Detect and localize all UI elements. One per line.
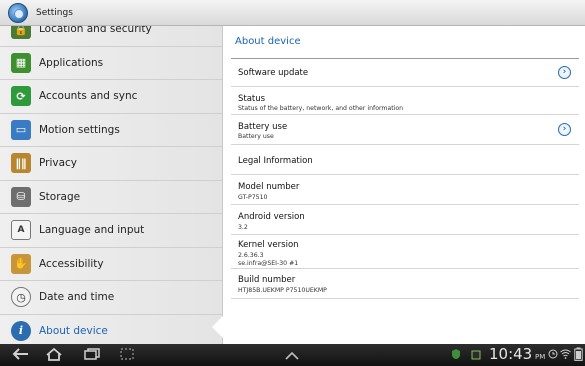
row-title: Battery use (238, 122, 288, 132)
detail-row-android-version[interactable]: Android version 3.2 (231, 205, 579, 235)
sidebar-item-privacy[interactable]: ∥∥ Privacy (0, 147, 222, 181)
sidebar-item-language-and-input[interactable]: A Language and input (0, 214, 222, 248)
sidebar-item-label: Accounts and sync (39, 90, 138, 103)
sidebar-item-label: Storage (39, 190, 81, 203)
about-device-panel: About device Software update › Status Statu… (222, 26, 585, 344)
selection-pointer (212, 316, 223, 338)
detail-row-kernel-version[interactable]: Kernel version 2.6.36.3 se.infra@SEI-30 #… (231, 235, 579, 269)
sync-icon: ⟳ (11, 86, 31, 107)
row-title: Legal Information (238, 156, 313, 166)
sidebar-item-location-and-security[interactable]: 🔒 Location and security (0, 26, 222, 47)
row-title: Kernel version (238, 240, 299, 250)
row-subtitle: Status of the battery, network, and othe… (238, 105, 404, 112)
row-subtitle: HTJ85B.UEKMP P7510UEKMP (238, 287, 327, 294)
sidebar-item-applications[interactable]: ▦ Applications (0, 47, 222, 80)
title-bar: Settings (0, 0, 585, 26)
sidebar-item-accounts-and-sync[interactable]: ⟳ Accounts and sync (0, 80, 222, 114)
detail-row-battery-use[interactable]: Battery use Battery use › (231, 115, 579, 145)
sidebar-item-label: Language and input (39, 224, 145, 237)
clock-ampm: PM (535, 353, 546, 361)
sidebar-item-label: Accessibility (39, 257, 104, 270)
sidebar-item-label: About device (39, 324, 108, 337)
sidebar-item-label: Date and time (39, 291, 115, 304)
notification-icon (471, 349, 481, 363)
keyboard-icon: A (11, 220, 31, 241)
window-title: Settings (36, 7, 73, 18)
detail-row-software-update[interactable]: Software update › (231, 59, 579, 87)
chevron-right-icon[interactable]: › (558, 66, 571, 79)
motion-icon: ▭ (11, 119, 31, 140)
sidebar-item-date-and-time[interactable]: ◷ Date and time (0, 281, 222, 315)
recent-apps-icon[interactable] (84, 348, 100, 363)
applications-icon: ▦ (11, 52, 31, 73)
settings-sidebar: 🔒 Location and security ▦ Applications ⟳ Acco… (0, 26, 222, 344)
sidebar-item-storage[interactable]: ⛁ Storage (0, 181, 222, 214)
wifi-icon (560, 348, 571, 362)
chevron-right-icon[interactable]: › (558, 123, 571, 136)
hand-icon: ✋ (11, 253, 31, 274)
panel-title: About device (235, 36, 301, 47)
settings-gear-icon (8, 2, 28, 23)
screenshot-icon[interactable] (120, 348, 134, 363)
row-subtitle: 3.2 (238, 224, 248, 231)
row-title: Software update (238, 68, 309, 78)
chevron-up-icon[interactable] (285, 349, 299, 363)
sidebar-item-accessibility[interactable]: ✋ Accessibility (0, 248, 222, 281)
row-subtitle: 2.6.36.3 se.infra@SEI-30 #1 (238, 252, 299, 267)
detail-row-build-number[interactable]: Build number HTJ85B.UEKMP P7510UEKMP (231, 269, 579, 299)
alarm-icon (548, 348, 558, 362)
clock-icon: ◷ (11, 287, 31, 308)
row-subtitle: GT-P7510 (238, 194, 268, 201)
detail-row-status[interactable]: Status Status of the battery, network, an… (231, 87, 579, 115)
sidebar-item-label: Applications (39, 56, 104, 69)
system-nav-bar: 10:43 PM (0, 344, 585, 366)
sidebar-item-label: Motion settings (39, 123, 120, 136)
row-title: Model number (238, 182, 300, 192)
detail-row-legal-information[interactable]: Legal Information (231, 145, 579, 175)
lock-icon: 🔒 (11, 26, 31, 40)
info-icon: i (11, 320, 31, 341)
sidebar-item-label: Privacy (39, 157, 78, 170)
fence-icon: ∥∥ (11, 153, 31, 174)
home-icon[interactable] (45, 347, 63, 364)
clock-time: 10:43 (489, 345, 533, 363)
battery-icon (574, 347, 583, 364)
back-arrow-icon[interactable] (12, 347, 30, 364)
detail-row-model-number[interactable]: Model number GT-P7510 (231, 175, 579, 205)
row-title: Build number (238, 275, 296, 285)
storage-icon: ⛁ (11, 186, 31, 207)
sidebar-item-label: Location and security (39, 26, 152, 36)
row-title: Android version (238, 212, 305, 222)
row-title: Status (238, 94, 266, 104)
security-shield-icon (451, 348, 461, 363)
sidebar-item-motion-settings[interactable]: ▭ Motion settings (0, 114, 222, 147)
sidebar-item-about-device[interactable]: i About device (0, 315, 222, 345)
row-subtitle: Battery use (238, 133, 274, 140)
